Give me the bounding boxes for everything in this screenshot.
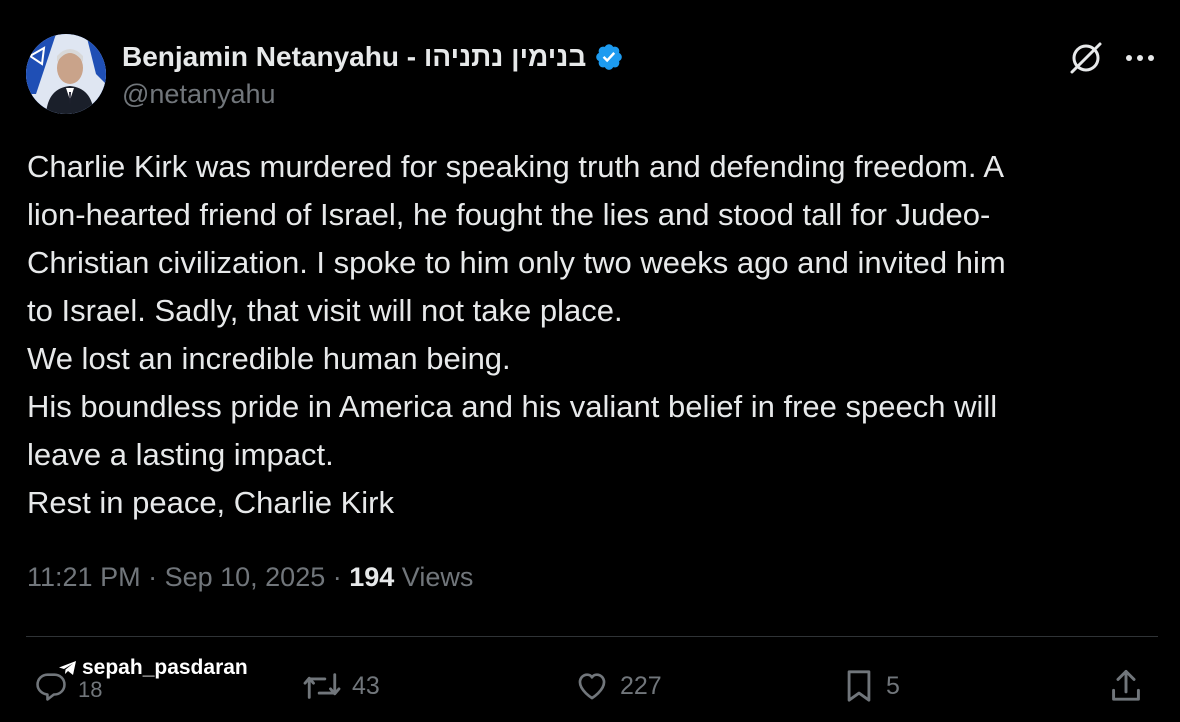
heart-icon	[578, 673, 606, 700]
like-count: 227	[620, 671, 662, 700]
retweet-button[interactable]: 43	[302, 664, 380, 708]
like-button[interactable]: 227	[574, 664, 662, 708]
retweet-icon	[303, 673, 341, 699]
tweet-text-line: leave a lasting impact.	[27, 437, 334, 472]
divider	[26, 636, 1158, 637]
tweet-card: Benjamin Netanyahu - בנימין נתניהו @neta…	[0, 0, 1180, 722]
tweet-time[interactable]: 11:21 PM	[27, 562, 141, 592]
bookmark-button[interactable]: 5	[842, 664, 900, 708]
author-handle[interactable]: @netanyahu	[122, 79, 276, 110]
reply-count: 18	[78, 677, 103, 702]
tweet-text-line: Rest in peace, Charlie Kirk	[27, 485, 394, 520]
views-count: 194	[349, 562, 395, 592]
tweet-text-line: to Israel. Sadly, that visit will not ta…	[27, 293, 623, 328]
grok-icon[interactable]	[1066, 38, 1106, 78]
meta-separator: ·	[325, 562, 350, 592]
tweet-text: Charlie Kirk was murdered for speaking t…	[27, 143, 1157, 527]
meta-separator: ·	[140, 562, 165, 592]
tweet-text-line: Charlie Kirk was murdered for speaking t…	[27, 149, 1005, 184]
author-display-name[interactable]: Benjamin Netanyahu - בנימין נתניהו	[122, 41, 586, 73]
watermark-text: sepah_pasdaran	[82, 656, 248, 679]
avatar-portrait	[26, 34, 106, 114]
tweet-date[interactable]: Sep 10, 2025	[165, 562, 326, 592]
tweet-text-line: Christian civilization. I spoke to him o…	[27, 245, 1006, 280]
share-button[interactable]	[1108, 664, 1144, 708]
watermark: sepah_pasdaran	[58, 656, 248, 680]
author-avatar[interactable]	[26, 34, 106, 114]
retweet-count: 43	[352, 671, 380, 700]
bookmark-icon	[847, 670, 871, 702]
tweet-meta: 11:21 PM · Sep 10, 2025 · 194 Views	[27, 562, 473, 593]
tweet-text-line: We lost an incredible human being.	[27, 341, 511, 376]
author-name-row: Benjamin Netanyahu - בנימין נתניהו	[122, 38, 624, 76]
views-label: Views	[394, 562, 474, 592]
verified-badge-icon[interactable]	[594, 42, 624, 72]
more-options-icon[interactable]	[1120, 38, 1160, 78]
share-icon	[1112, 669, 1140, 701]
tweet-text-line: His boundless pride in America and his v…	[27, 389, 998, 424]
tweet-text-line: lion-hearted friend of Israel, he fought…	[27, 197, 991, 232]
telegram-icon	[59, 661, 76, 675]
bookmark-count: 5	[886, 671, 900, 700]
